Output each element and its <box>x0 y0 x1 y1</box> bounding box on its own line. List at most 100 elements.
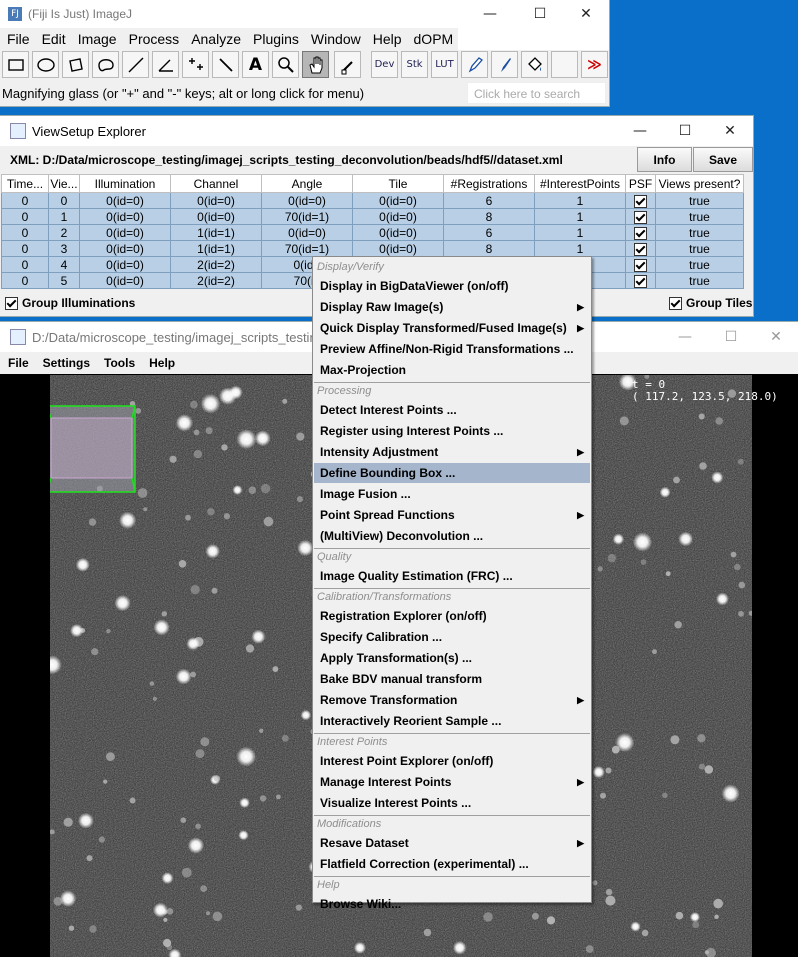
menu-item[interactable]: Bake BDV manual transform <box>314 669 590 689</box>
table-cell[interactable]: 2(id=2) <box>170 256 262 273</box>
bounding-box-overlay[interactable] <box>50 405 136 493</box>
menu-item[interactable]: Display in BigDataViewer (on/off) <box>314 276 590 296</box>
psf-checkbox[interactable] <box>625 272 656 289</box>
menu-item[interactable]: Apply Transformation(s) ... <box>314 648 590 668</box>
table-cell[interactable]: 2(id=2) <box>170 272 262 289</box>
bdv-menu-help[interactable]: Help <box>141 356 181 370</box>
table-cell[interactable]: true <box>655 192 744 209</box>
column-header[interactable]: Time... <box>1 174 49 193</box>
menu-item[interactable]: Interest Point Explorer (on/off) <box>314 751 590 771</box>
column-header[interactable]: Tile <box>352 174 444 193</box>
maximize-icon[interactable]: ☐ <box>708 322 754 352</box>
table-cell[interactable]: 0 <box>1 240 49 257</box>
maximize-icon[interactable]: ☐ <box>662 116 708 146</box>
save-button[interactable]: Save <box>693 147 753 172</box>
close-icon[interactable]: ✕ <box>563 0 609 28</box>
table-cell[interactable]: true <box>655 208 744 225</box>
column-header[interactable]: #Registrations <box>443 174 535 193</box>
freehand-tool-icon[interactable] <box>92 51 119 78</box>
menu-item[interactable]: Register using Interest Points ... <box>314 421 590 441</box>
table-row[interactable]: 0 2 0(id=0) 1(id=1) 0(id=0) 0(id=0) 6 1 true <box>1 224 744 241</box>
menu-item[interactable]: Display Raw Image(s) ▶ <box>314 297 590 317</box>
checkbox-icon[interactable] <box>634 194 647 208</box>
minimize-icon[interactable]: — <box>662 322 708 352</box>
menu-item[interactable]: Resave Dataset ▶ <box>314 833 590 853</box>
menu-image[interactable]: Image <box>71 31 122 47</box>
column-header[interactable]: Angle <box>261 174 353 193</box>
menu-file[interactable]: File <box>0 31 35 47</box>
table-cell[interactable]: 2 <box>48 224 80 241</box>
menu-item[interactable]: Define Bounding Box ... <box>314 463 590 483</box>
table-cell[interactable]: 70(id=1) <box>261 240 353 257</box>
menu-item[interactable]: Browse Wiki... <box>314 894 590 914</box>
menu-analyze[interactable]: Analyze <box>184 31 246 47</box>
psf-checkbox[interactable] <box>625 256 656 273</box>
checkbox-icon[interactable] <box>634 242 647 256</box>
psf-checkbox[interactable] <box>625 240 656 257</box>
menu-plugins[interactable]: Plugins <box>246 31 304 47</box>
table-cell[interactable]: 0(id=0) <box>352 224 444 241</box>
checkbox-icon[interactable] <box>669 296 682 310</box>
table-cell[interactable]: true <box>655 224 744 241</box>
pencil-tool-icon[interactable] <box>461 51 488 78</box>
menu-item[interactable]: Remove Transformation ▶ <box>314 690 590 710</box>
table-cell[interactable]: 0(id=0) <box>261 224 353 241</box>
menu-item[interactable]: Flatfield Correction (experimental) ... <box>314 854 590 874</box>
more-tools-icon[interactable]: ≫ <box>581 51 608 78</box>
bdv-menu-settings[interactable]: Settings <box>35 356 96 370</box>
table-cell[interactable]: 1 <box>534 224 626 241</box>
menu-item[interactable]: Interactively Reorient Sample ... <box>314 711 590 731</box>
table-cell[interactable]: 0(id=0) <box>170 192 262 209</box>
column-header[interactable]: Channel <box>170 174 262 193</box>
column-header[interactable]: #InterestPoints <box>534 174 626 193</box>
menu-help[interactable]: Help <box>366 31 407 47</box>
blank-tool-icon[interactable] <box>551 51 578 78</box>
magnifier-tool-icon[interactable] <box>272 51 299 78</box>
minimize-icon[interactable]: — <box>467 0 513 28</box>
table-cell[interactable]: 4 <box>48 256 80 273</box>
table-cell[interactable]: 0 <box>1 272 49 289</box>
dev-tool-icon[interactable]: Dev <box>371 51 398 78</box>
menu-item[interactable]: Manage Interest Points ▶ <box>314 772 590 792</box>
menu-item[interactable]: Image Fusion ... <box>314 484 590 504</box>
table-cell[interactable]: 0(id=0) <box>79 192 171 209</box>
table-cell[interactable]: 0(id=0) <box>352 192 444 209</box>
menu-dopm[interactable]: dOPM <box>407 31 459 47</box>
table-cell[interactable]: 0(id=0) <box>261 192 353 209</box>
table-cell[interactable]: 3 <box>48 240 80 257</box>
table-cell[interactable]: 0(id=0) <box>79 256 171 273</box>
menu-item[interactable]: Visualize Interest Points ... <box>314 793 590 813</box>
table-row[interactable]: 0 1 0(id=0) 0(id=0) 70(id=1) 0(id=0) 8 1 true <box>1 208 744 225</box>
menu-item[interactable]: Max-Projection <box>314 360 590 380</box>
table-cell[interactable]: 1 <box>534 240 626 257</box>
oval-tool-icon[interactable] <box>32 51 59 78</box>
column-header[interactable]: Illumination <box>79 174 171 193</box>
table-cell[interactable]: true <box>655 240 744 257</box>
column-header[interactable]: PSF <box>625 174 656 193</box>
lut-tool-icon[interactable]: LUT <box>431 51 458 78</box>
table-cell[interactable]: 8 <box>443 208 535 225</box>
table-cell[interactable]: 0(id=0) <box>352 240 444 257</box>
table-cell[interactable]: 0 <box>48 192 80 209</box>
rectangle-tool-icon[interactable] <box>2 51 29 78</box>
group-tiles-checkbox[interactable]: Group Tiles <box>669 296 752 310</box>
psf-checkbox[interactable] <box>625 224 656 241</box>
menu-item[interactable]: Registration Explorer (on/off) <box>314 606 590 626</box>
table-cell[interactable]: 0(id=0) <box>79 240 171 257</box>
table-cell[interactable]: 1 <box>48 208 80 225</box>
close-icon[interactable]: ✕ <box>753 322 798 352</box>
table-row[interactable]: 0 0 0(id=0) 0(id=0) 0(id=0) 0(id=0) 6 1 true <box>1 192 744 209</box>
menu-item[interactable]: Image Quality Estimation (FRC) ... <box>314 566 590 586</box>
bdv-menu-tools[interactable]: Tools <box>96 356 141 370</box>
multipoint-tool-icon[interactable] <box>182 51 209 78</box>
wand-tool-icon[interactable] <box>212 51 239 78</box>
table-cell[interactable]: 0 <box>1 256 49 273</box>
menu-window[interactable]: Window <box>304 31 366 47</box>
table-cell[interactable]: 0 <box>1 192 49 209</box>
bdv-menu-file[interactable]: File <box>0 356 35 370</box>
text-tool-icon[interactable]: A <box>242 51 269 78</box>
paintbrush-tool-icon[interactable] <box>491 51 518 78</box>
menu-item[interactable]: Detect Interest Points ... <box>314 400 590 420</box>
color-picker-tool-icon[interactable] <box>334 51 361 78</box>
angle-tool-icon[interactable] <box>152 51 179 78</box>
